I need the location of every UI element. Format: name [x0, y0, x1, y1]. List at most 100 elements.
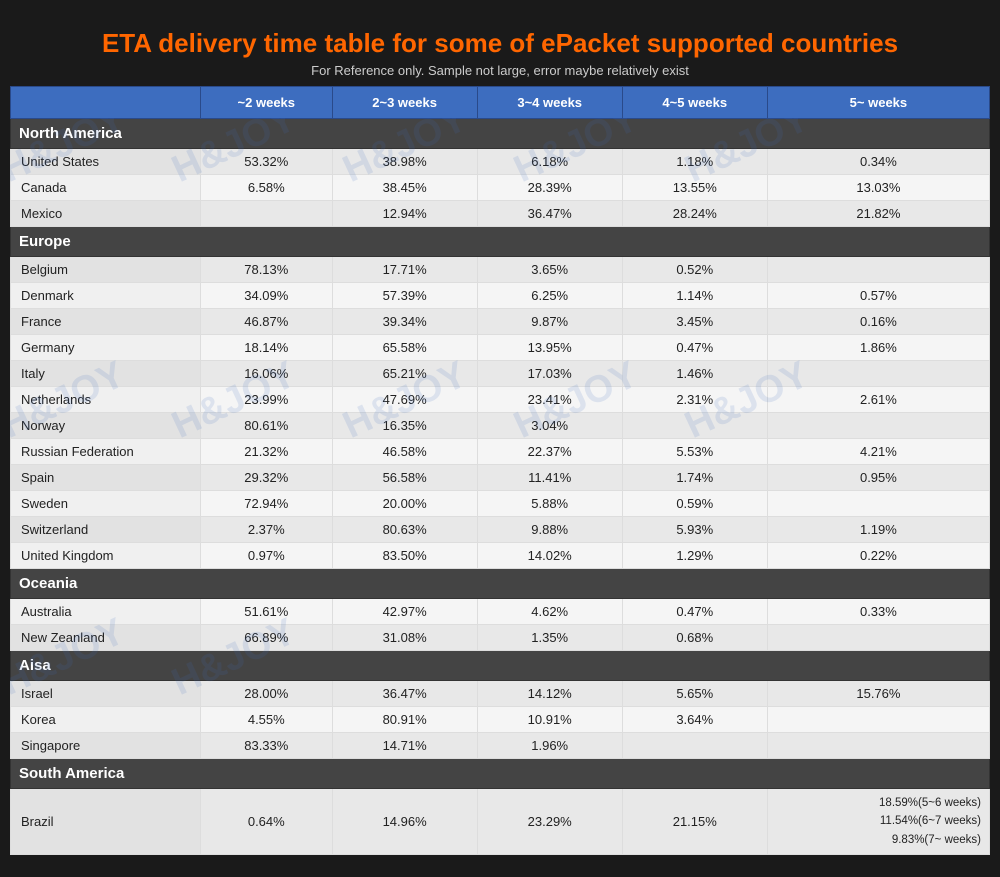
data-cell: 1.19% — [767, 517, 989, 543]
data-cell: 11.41% — [477, 465, 622, 491]
data-cell: 0.33% — [767, 599, 989, 625]
table-row: Canada6.58%38.45%28.39%13.55%13.03% — [11, 175, 990, 201]
data-cell: 4.62% — [477, 599, 622, 625]
data-cell: 21.82% — [767, 201, 989, 227]
country-cell: New Zeanland — [11, 625, 201, 651]
table-row: Australia51.61%42.97%4.62%0.47%0.33% — [11, 599, 990, 625]
data-cell: 14.02% — [477, 543, 622, 569]
country-cell: Italy — [11, 361, 201, 387]
section-row: Europe — [11, 227, 990, 257]
data-cell: 13.03% — [767, 175, 989, 201]
data-cell: 13.95% — [477, 335, 622, 361]
country-cell: Germany — [11, 335, 201, 361]
data-cell: 65.58% — [332, 335, 477, 361]
table-row: Netherlands23.99%47.69%23.41%2.31%2.61% — [11, 387, 990, 413]
table-row: Mexico12.94%36.47%28.24%21.82% — [11, 201, 990, 227]
table-row: Italy16.06%65.21%17.03%1.46% — [11, 361, 990, 387]
data-cell: 0.16% — [767, 309, 989, 335]
data-cell: 83.50% — [332, 543, 477, 569]
data-cell: 66.89% — [201, 625, 333, 651]
data-cell — [767, 491, 989, 517]
subtitle: For Reference only. Sample not large, er… — [20, 63, 980, 78]
data-cell: 47.69% — [332, 387, 477, 413]
data-cell: 1.96% — [477, 733, 622, 759]
table-row: Denmark34.09%57.39%6.25%1.14%0.57% — [11, 283, 990, 309]
country-cell: Sweden — [11, 491, 201, 517]
main-title: ETA delivery time table for some of ePac… — [20, 28, 980, 59]
data-cell: 9.87% — [477, 309, 622, 335]
data-cell: 9.88% — [477, 517, 622, 543]
data-cell: 14.96% — [332, 789, 477, 855]
data-cell: 0.64% — [201, 789, 333, 855]
data-cell: 65.21% — [332, 361, 477, 387]
table-row: Switzerland2.37%80.63%9.88%5.93%1.19% — [11, 517, 990, 543]
table-row: Germany18.14%65.58%13.95%0.47%1.86% — [11, 335, 990, 361]
data-cell: 6.25% — [477, 283, 622, 309]
data-cell: 5.53% — [622, 439, 767, 465]
country-cell: Korea — [11, 707, 201, 733]
data-cell: 5.65% — [622, 681, 767, 707]
country-cell: Norway — [11, 413, 201, 439]
data-cell: 39.34% — [332, 309, 477, 335]
data-cell: 78.13% — [201, 257, 333, 283]
table-row: Russian Federation21.32%46.58%22.37%5.53… — [11, 439, 990, 465]
data-cell: 17.03% — [477, 361, 622, 387]
section-row: Aisa — [11, 651, 990, 681]
data-cell: 83.33% — [201, 733, 333, 759]
data-cell: 28.39% — [477, 175, 622, 201]
main-container: ETA delivery time table for some of ePac… — [10, 10, 990, 855]
table-row: Belgium78.13%17.71%3.65%0.52% — [11, 257, 990, 283]
data-cell: 51.61% — [201, 599, 333, 625]
data-cell: 1.18% — [622, 149, 767, 175]
header-country — [11, 87, 201, 119]
table-row: Norway80.61%16.35%3.04% — [11, 413, 990, 439]
data-cell: 6.58% — [201, 175, 333, 201]
table-row: France46.87%39.34%9.87%3.45%0.16% — [11, 309, 990, 335]
data-cell: 31.08% — [332, 625, 477, 651]
data-cell: 3.65% — [477, 257, 622, 283]
data-cell: 42.97% — [332, 599, 477, 625]
country-cell: Russian Federation — [11, 439, 201, 465]
data-cell: 38.45% — [332, 175, 477, 201]
data-cell: 0.59% — [622, 491, 767, 517]
table-container: H&JOY H&JOY H&JOY H&JOY H&JOY H&JOY H&JO… — [10, 86, 990, 855]
data-cell: 4.21% — [767, 439, 989, 465]
country-cell: France — [11, 309, 201, 335]
data-cell: 2.31% — [622, 387, 767, 413]
data-table: ~2 weeks 2~3 weeks 3~4 weeks 4~5 weeks 5… — [10, 86, 990, 855]
data-cell — [767, 413, 989, 439]
data-cell: 46.87% — [201, 309, 333, 335]
data-cell: 2.61% — [767, 387, 989, 413]
header-45weeks: 4~5 weeks — [622, 87, 767, 119]
data-cell: 16.35% — [332, 413, 477, 439]
data-cell — [767, 257, 989, 283]
country-cell: Canada — [11, 175, 201, 201]
data-cell: 22.37% — [477, 439, 622, 465]
data-cell: 21.32% — [201, 439, 333, 465]
table-row: Brazil0.64%14.96%23.29%21.15%18.59%(5~6 … — [11, 789, 990, 855]
table-row: Israel28.00%36.47%14.12%5.65%15.76% — [11, 681, 990, 707]
data-cell: 29.32% — [201, 465, 333, 491]
data-cell: 4.55% — [201, 707, 333, 733]
country-cell: Denmark — [11, 283, 201, 309]
data-cell — [622, 413, 767, 439]
section-row: Oceania — [11, 569, 990, 599]
data-cell: 57.39% — [332, 283, 477, 309]
data-cell: 5.88% — [477, 491, 622, 517]
data-cell: 2.37% — [201, 517, 333, 543]
country-cell: Mexico — [11, 201, 201, 227]
data-cell: 0.95% — [767, 465, 989, 491]
data-cell: 23.99% — [201, 387, 333, 413]
country-cell: Switzerland — [11, 517, 201, 543]
table-row: Spain29.32%56.58%11.41%1.74%0.95% — [11, 465, 990, 491]
data-cell: 16.06% — [201, 361, 333, 387]
data-cell: 36.47% — [477, 201, 622, 227]
data-cell: 23.41% — [477, 387, 622, 413]
title-before: ETA delivery time table for some of — [102, 28, 541, 58]
header-2weeks: ~2 weeks — [201, 87, 333, 119]
data-cell: 15.76% — [767, 681, 989, 707]
data-cell: 0.34% — [767, 149, 989, 175]
data-cell: 72.94% — [201, 491, 333, 517]
table-row: Singapore83.33%14.71%1.96% — [11, 733, 990, 759]
data-cell: 1.35% — [477, 625, 622, 651]
